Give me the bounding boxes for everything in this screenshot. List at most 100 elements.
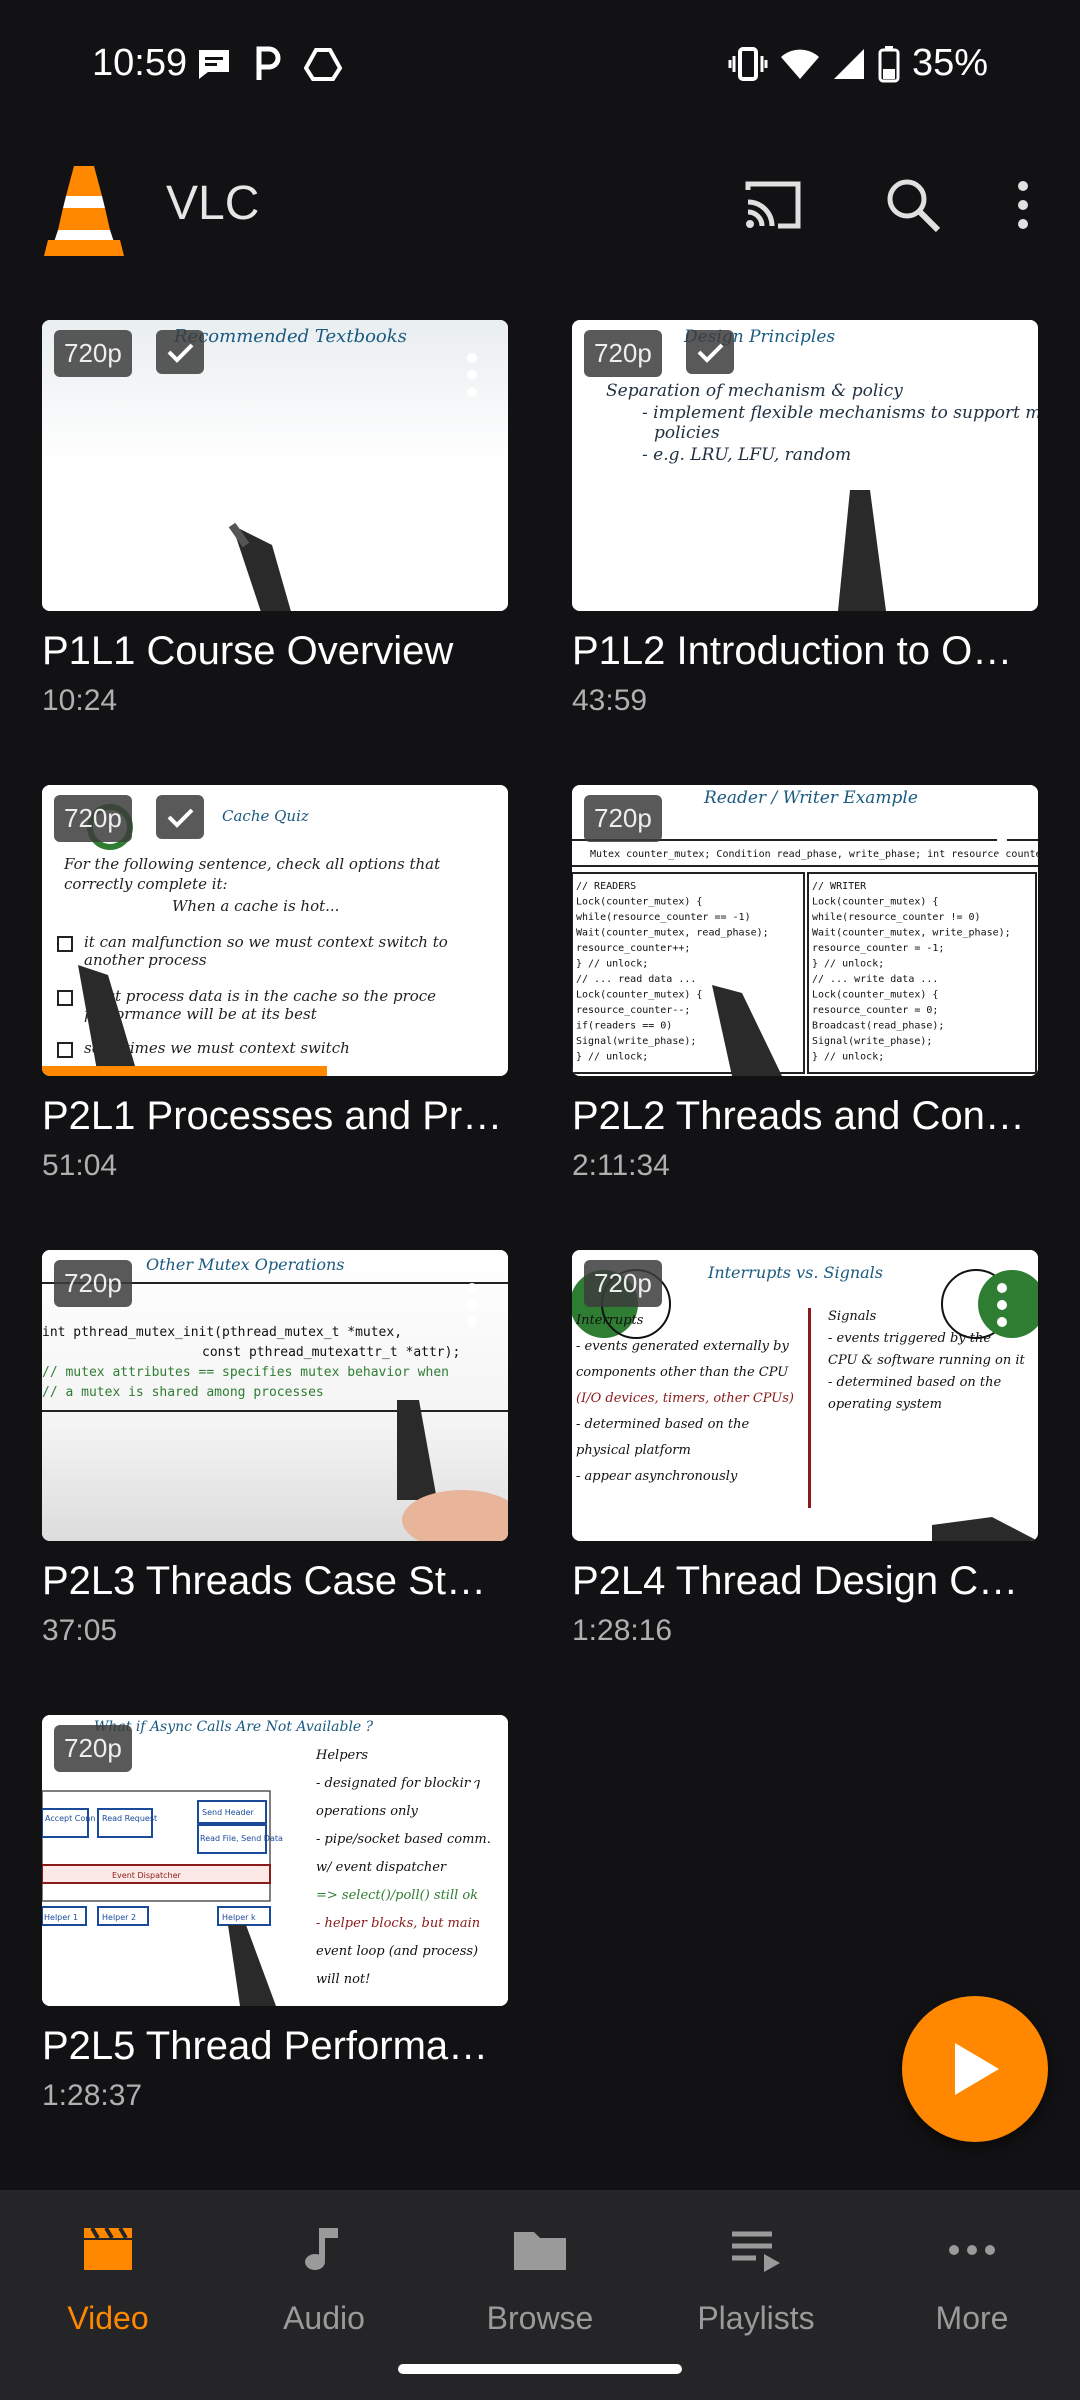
- parking-icon: [256, 46, 281, 80]
- video-more-icon[interactable]: [994, 1280, 1010, 1330]
- thumb-text: Broadcast(read_phase);: [812, 1021, 944, 1032]
- thumb-text: while(resource_counter != 0): [812, 912, 981, 923]
- thumb-text: - designated for blocking: [316, 1776, 481, 1791]
- nav-label: More: [935, 2300, 1009, 2336]
- thumb-text: const pthread_mutexattr_t *attr);: [202, 1345, 460, 1360]
- more-horiz-icon: [949, 2245, 995, 2255]
- nav-item-more[interactable]: More: [872, 2220, 1072, 2337]
- playlist-icon: [732, 2231, 780, 2272]
- nav-item-audio[interactable]: Audio: [224, 2220, 424, 2337]
- thumb-text: Interrupts: [575, 1313, 644, 1328]
- resolution-badge: 720p: [584, 1260, 662, 1307]
- video-more-icon[interactable]: [464, 1280, 480, 1330]
- thumb-text: resource_counter = 0;: [812, 1005, 938, 1016]
- play-fab-button[interactable]: [902, 1996, 1048, 2142]
- thumb-text: resource_counter = -1;: [812, 943, 944, 954]
- playback-progress-bar: [42, 1066, 327, 1076]
- nav-label: Video: [67, 2300, 149, 2336]
- message-icon: [199, 50, 229, 79]
- thumb-text: int pthread_mutex_init(pthread_mutex_t *…: [42, 1325, 402, 1340]
- nav-item-playlists[interactable]: Playlists: [656, 2220, 856, 2337]
- video-more-icon[interactable]: [464, 350, 480, 400]
- thumb-text: When a cache is hot...: [172, 897, 339, 915]
- video-more-icon[interactable]: [994, 815, 1010, 865]
- video-clapper-icon: [84, 2226, 132, 2270]
- vlc-logo-icon: [44, 166, 124, 256]
- play-icon: [955, 2043, 999, 2095]
- battery-percent: 35%: [911, 42, 988, 84]
- nav-item-video[interactable]: Video: [8, 2220, 208, 2337]
- thumb-text: // ... read data ...: [576, 974, 696, 985]
- thumb-text: Other Mutex Operations: [146, 1255, 344, 1274]
- video-card[interactable]: Design Principles Separation of mechanis…: [572, 320, 1038, 718]
- video-card[interactable]: Interrupts vs. Signals Interrupts - event…: [572, 1250, 1038, 1648]
- search-icon[interactable]: [880, 172, 946, 238]
- video-thumbnail[interactable]: What if Async Calls Are Not Available ? …: [42, 1715, 508, 2006]
- thumb-text: Read File, Send Data: [200, 1834, 283, 1843]
- thumb-text: Wait(counter_mutex, read_phase);: [576, 928, 769, 939]
- thumb-text: will not!: [316, 1972, 370, 1987]
- thumb-text: components other than the CPU: [576, 1365, 789, 1380]
- video-title: P1L2 Introduction to O…: [572, 629, 1013, 673]
- thumb-text: operations only: [316, 1804, 419, 1819]
- thumb-text: } // unlock;: [812, 959, 884, 970]
- battery-icon: [878, 45, 900, 82]
- video-card[interactable]: Other Mutex Operations int pthread_mutex…: [42, 1250, 508, 1648]
- video-thumbnail[interactable]: Design Principles Separation of mechanis…: [572, 320, 1038, 611]
- thumb-text: most process data is in the cache so the…: [84, 987, 436, 1005]
- video-card[interactable]: Reader / Writer Example Mutex counter_mu…: [572, 785, 1038, 1183]
- thumb-text: - e.g. LRU, LFU, random: [642, 445, 851, 465]
- thumb-text: Recommended Textbooks: [173, 326, 407, 347]
- nav-item-browse[interactable]: Browse: [440, 2220, 640, 2337]
- thumb-text: Cache Quiz: [222, 807, 309, 825]
- thumb-text: } // unlock;: [576, 1052, 648, 1063]
- video-title: P2L1 Processes and Pr…: [42, 1094, 503, 1138]
- video-title: P2L5 Thread Performa…: [42, 2024, 489, 2068]
- more-vert-icon[interactable]: [1006, 172, 1040, 238]
- home-indicator[interactable]: [398, 2364, 682, 2374]
- thumb-text: Read Request: [102, 1814, 157, 1823]
- video-thumbnail[interactable]: Other Mutex Operations int pthread_mutex…: [42, 1250, 508, 1541]
- video-card[interactable]: Cache Quiz For the following sentence, c…: [42, 785, 508, 1183]
- thumb-text: // a mutex is shared among processes: [42, 1385, 324, 1400]
- video-more-icon[interactable]: [464, 1745, 480, 1795]
- thumb-text: - implement flexible mechanisms to suppo…: [642, 403, 1038, 423]
- thumb-text: Signals: [828, 1309, 877, 1324]
- video-thumbnail[interactable]: Cache Quiz For the following sentence, c…: [42, 785, 508, 1076]
- app-bar: VLC: [0, 150, 1080, 260]
- thumb-text: Helper k: [222, 1913, 256, 1922]
- thumb-text: Helper 2: [102, 1913, 136, 1922]
- video-card[interactable]: What if Async Calls Are Not Available ? …: [42, 1715, 508, 2113]
- video-thumbnail[interactable]: Reader / Writer Example Mutex counter_mu…: [572, 785, 1038, 1076]
- thumb-text: } // unlock;: [812, 1052, 884, 1063]
- music-note-icon: [305, 2228, 338, 2270]
- thumb-text: // mutex attributes == specifies mutex b…: [42, 1365, 449, 1380]
- video-card[interactable]: Recommended Textbooks 720p P1L1 Course O…: [42, 320, 508, 718]
- video-duration: 43:59: [572, 684, 648, 717]
- thumb-text: - determined based on the: [576, 1417, 749, 1432]
- resolution-badge: 720p: [54, 1260, 132, 1307]
- thumb-text: event loop (and process): [316, 1944, 478, 1959]
- video-thumbnail[interactable]: Recommended Textbooks 720p: [42, 320, 508, 611]
- video-duration: 10:24: [42, 684, 118, 717]
- status-bar: 10:59 35%: [0, 0, 1080, 130]
- thumb-text: Signal(write_phase);: [576, 1036, 696, 1047]
- cast-icon[interactable]: [740, 172, 806, 238]
- video-more-icon[interactable]: [464, 815, 480, 865]
- thumb-text: - appear asynchronously: [576, 1469, 738, 1484]
- thumb-text: physical platform: [576, 1443, 691, 1458]
- thumb-text: - events generated externally by: [576, 1339, 789, 1354]
- vibrate-icon: [728, 46, 768, 81]
- video-duration: 1:28:37: [42, 2079, 143, 2112]
- thumb-text: resource_counter++;: [576, 943, 690, 954]
- thumb-text: What if Async Calls Are Not Available ?: [94, 1719, 374, 1735]
- thumb-text: it can malfunction so we must context sw…: [84, 933, 448, 951]
- video-thumbnail[interactable]: Interrupts vs. Signals Interrupts - event…: [572, 1250, 1038, 1541]
- app-title: VLC: [166, 177, 260, 230]
- thumb-text: Lock(counter_mutex) {: [812, 990, 938, 1001]
- thumb-text: CPU & software running on it: [828, 1353, 1026, 1368]
- video-more-icon[interactable]: [994, 350, 1010, 400]
- thumb-text: Helper 1: [44, 1913, 78, 1922]
- thumb-text: Helpers: [315, 1748, 368, 1763]
- nav-label: Audio: [283, 2300, 365, 2336]
